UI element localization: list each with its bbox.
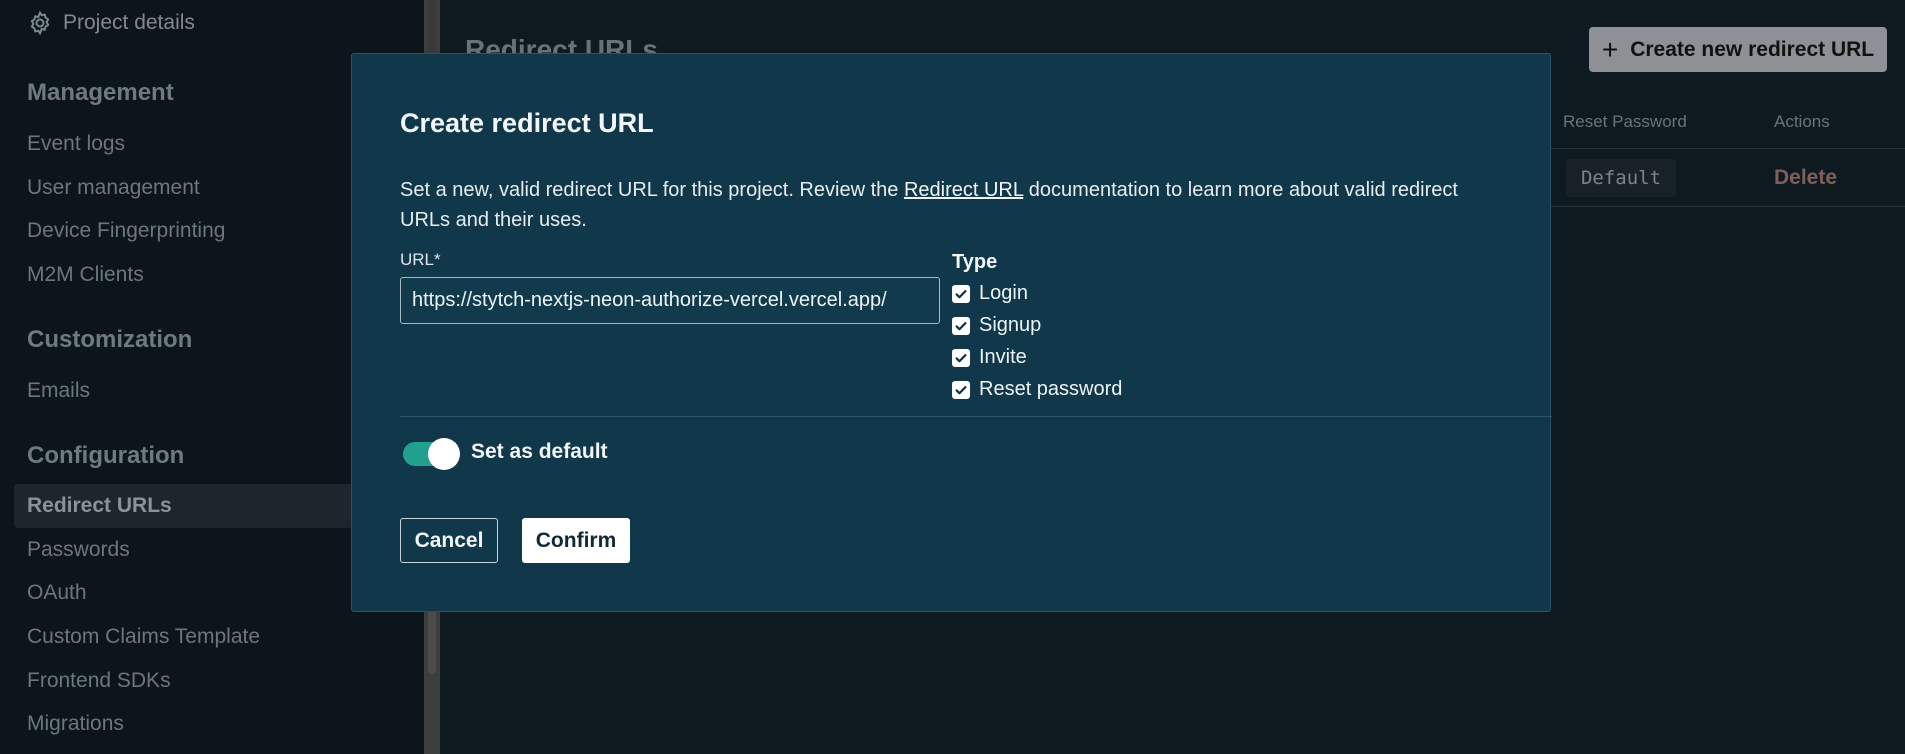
sidebar-item-m2m-clients[interactable]: M2M Clients xyxy=(27,263,144,287)
check-icon xyxy=(955,353,967,362)
create-button-label: Create new redirect URL xyxy=(1630,37,1875,61)
cancel-button[interactable]: Cancel xyxy=(400,518,498,563)
sidebar-item-label: Project details xyxy=(63,11,195,34)
create-redirect-url-button[interactable]: + Create new redirect URL xyxy=(1589,27,1887,72)
type-label: Type xyxy=(952,251,998,273)
modal-title: Create redirect URL xyxy=(400,108,654,138)
description-text: Set a new, valid redirect URL for this p… xyxy=(400,179,904,201)
table-divider xyxy=(1550,206,1905,207)
check-icon xyxy=(955,321,967,330)
sidebar-item-project-details[interactable]: Project details xyxy=(27,10,195,36)
create-redirect-url-modal: Create redirect URL Set a new, valid red… xyxy=(351,53,1552,612)
type-option-reset-password[interactable]: Reset password xyxy=(952,378,1122,401)
url-input[interactable] xyxy=(400,277,940,324)
delete-button[interactable]: Delete xyxy=(1774,166,1837,190)
url-field-label: URL* xyxy=(400,250,441,269)
sidebar-item-custom-claims-template[interactable]: Custom Claims Template xyxy=(27,625,260,649)
type-option-login[interactable]: Login xyxy=(952,282,1028,305)
confirm-button[interactable]: Confirm xyxy=(522,518,630,563)
modal-description: Set a new, valid redirect URL for this p… xyxy=(400,175,1490,235)
type-option-label: Reset password xyxy=(979,378,1123,400)
default-badge: Default xyxy=(1566,159,1676,197)
sidebar-item-redirect-urls[interactable]: Redirect URLs xyxy=(14,484,354,528)
sidebar-item-oauth[interactable]: OAuth xyxy=(27,581,87,605)
sidebar-item-migrations[interactable]: Migrations xyxy=(27,712,124,736)
type-option-invite[interactable]: Invite xyxy=(952,346,1027,369)
checkbox-login[interactable] xyxy=(952,284,970,303)
sidebar-item-emails[interactable]: Emails xyxy=(27,379,90,403)
check-icon xyxy=(955,385,967,394)
check-icon xyxy=(955,289,967,298)
checkbox-invite[interactable] xyxy=(952,348,970,367)
section-heading-management: Management xyxy=(27,79,174,106)
checkbox-reset-password[interactable] xyxy=(952,380,970,399)
plus-icon: + xyxy=(1601,33,1619,65)
type-option-signup[interactable]: Signup xyxy=(952,314,1041,337)
modal-divider xyxy=(400,416,1552,417)
toggle-knob xyxy=(428,438,460,470)
type-option-label: Signup xyxy=(979,314,1042,336)
column-header-actions: Actions xyxy=(1774,112,1830,131)
sidebar-item-frontend-sdks[interactable]: Frontend SDKs xyxy=(27,669,171,693)
sidebar-nav: Project details Management Event logs Us… xyxy=(0,0,354,754)
sidebar-item-event-logs[interactable]: Event logs xyxy=(27,132,125,156)
gear-icon xyxy=(30,10,50,36)
type-option-label: Invite xyxy=(979,346,1027,368)
section-heading-customization: Customization xyxy=(27,326,193,353)
set-default-label: Set as default xyxy=(471,440,608,463)
checkbox-signup[interactable] xyxy=(952,316,970,335)
type-option-label: Login xyxy=(979,282,1028,304)
sidebar-item-user-management[interactable]: User management xyxy=(27,176,200,200)
redirect-url-doc-link[interactable]: Redirect URL xyxy=(904,179,1023,201)
sidebar-item-device-fingerprinting[interactable]: Device Fingerprinting xyxy=(27,219,225,243)
section-heading-configuration: Configuration xyxy=(27,442,185,469)
column-header-reset-password: Reset Password xyxy=(1563,112,1687,131)
set-default-toggle[interactable] xyxy=(403,438,460,470)
table-divider xyxy=(1550,148,1905,149)
sidebar-item-passwords[interactable]: Passwords xyxy=(27,538,130,562)
